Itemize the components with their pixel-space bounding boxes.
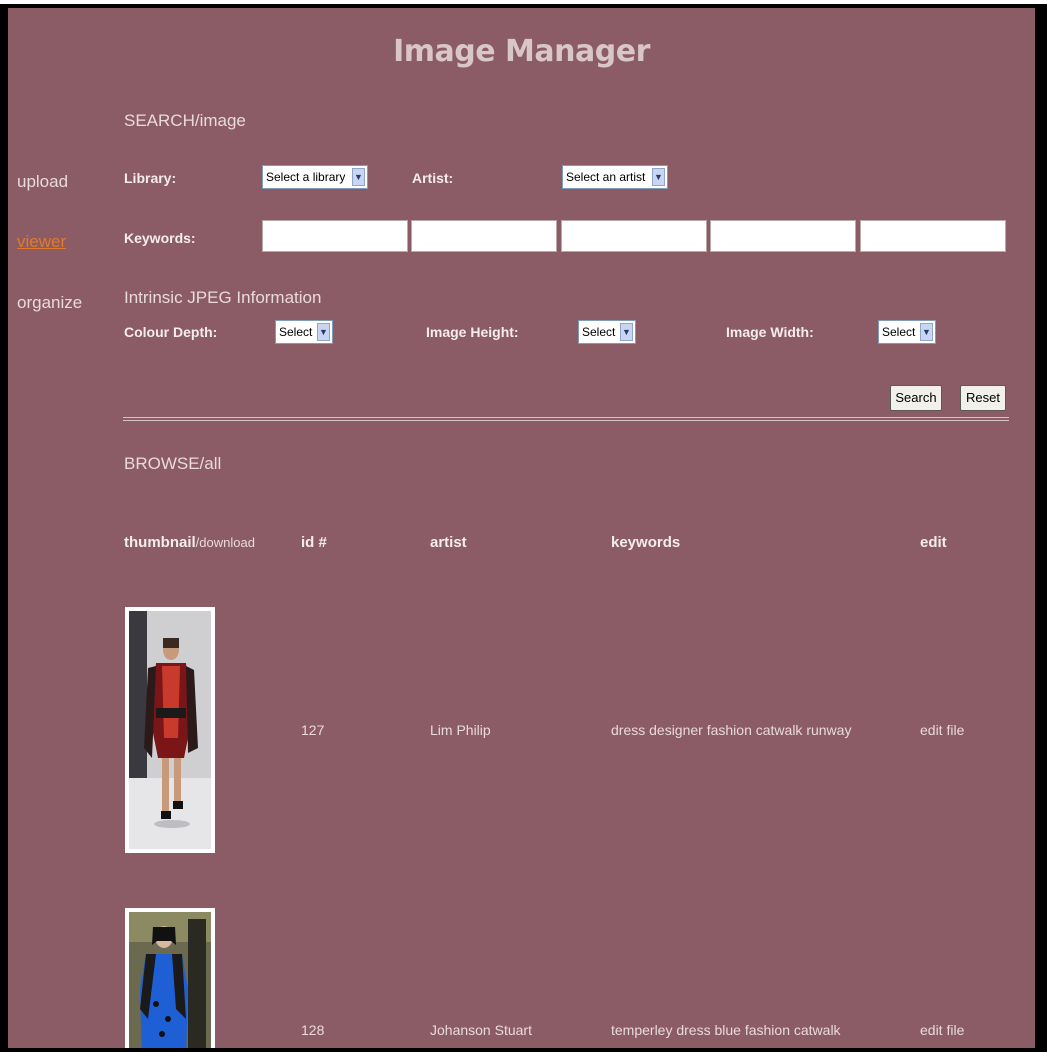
reset-button[interactable]: Reset (960, 385, 1006, 411)
library-select[interactable]: Select a library ▼ (262, 165, 368, 189)
row-1-edit-link[interactable]: edit file (920, 722, 964, 738)
keyword-field-5[interactable] (860, 220, 1006, 252)
colour-depth-select[interactable]: Select ▼ (275, 320, 333, 344)
runway-photo-2 (129, 912, 211, 1048)
search-button[interactable]: Search (890, 385, 942, 411)
thumbnail-header-label: thumbnail (124, 534, 196, 551)
row-2-keywords: temperley dress blue fashion catwalk (611, 1022, 841, 1038)
jpeg-info-heading: Intrinsic JPEG Information (124, 288, 322, 307)
image-height-select[interactable]: Select ▼ (578, 320, 636, 344)
keyword-field-4[interactable] (710, 220, 856, 252)
image-width-select[interactable]: Select ▼ (878, 320, 936, 344)
window-frame: Image Manager upload viewer organize SEA… (0, 4, 1047, 1052)
chevron-down-icon: ▼ (620, 323, 633, 341)
thumbnail-image[interactable] (125, 607, 215, 853)
chevron-down-icon: ▼ (317, 323, 330, 341)
keyword-field-3[interactable] (561, 220, 707, 252)
browse-heading: BROWSE/all (124, 454, 222, 473)
nav-viewer[interactable]: viewer (17, 232, 66, 252)
library-label: Library: (124, 170, 177, 186)
download-header-label: /download (195, 535, 255, 550)
row-1-id: 127 (301, 722, 325, 738)
search-heading: SEARCH/image (124, 111, 246, 130)
section-divider (123, 417, 1009, 421)
chevron-down-icon: ▼ (352, 168, 365, 186)
row-2-edit-link[interactable]: edit file (920, 1022, 964, 1038)
column-header-edit: edit (920, 534, 947, 551)
column-header-artist: artist (430, 534, 467, 551)
row-2-artist: Johanson Stuart (430, 1022, 532, 1038)
keywords-label: Keywords: (124, 230, 196, 246)
keyword-field-2[interactable] (411, 220, 557, 252)
image-height-label: Image Height: (426, 324, 519, 340)
column-header-thumbnail: thumbnail/download (124, 534, 255, 551)
keyword-field-1[interactable] (262, 220, 408, 252)
artist-select[interactable]: Select an artist ▼ (562, 165, 668, 189)
chevron-down-icon: ▼ (652, 168, 665, 186)
row-1-keywords: dress designer fashion catwalk runway (611, 722, 852, 738)
row-2-id: 128 (301, 1022, 325, 1038)
library-select-value: Select a library (266, 170, 346, 184)
runway-photo-1 (129, 611, 211, 849)
column-header-id: id # (301, 534, 327, 551)
thumbnail-image[interactable] (125, 908, 215, 1048)
nav-upload[interactable]: upload (17, 172, 68, 192)
colour-depth-value: Select (279, 325, 313, 339)
row-1-artist: Lim Philip (430, 722, 491, 738)
image-height-value: Select (582, 325, 616, 339)
column-header-keywords: keywords (611, 534, 681, 551)
image-width-value: Select (882, 325, 916, 339)
image-width-label: Image Width: (726, 324, 814, 340)
nav-organize[interactable]: organize (17, 293, 82, 313)
page-title: Image Manager (393, 34, 650, 69)
page: Image Manager upload viewer organize SEA… (8, 8, 1035, 1048)
chevron-down-icon: ▼ (920, 323, 933, 341)
artist-label: Artist: (412, 170, 454, 186)
artist-select-value: Select an artist (566, 170, 646, 184)
colour-depth-label: Colour Depth: (124, 324, 218, 340)
